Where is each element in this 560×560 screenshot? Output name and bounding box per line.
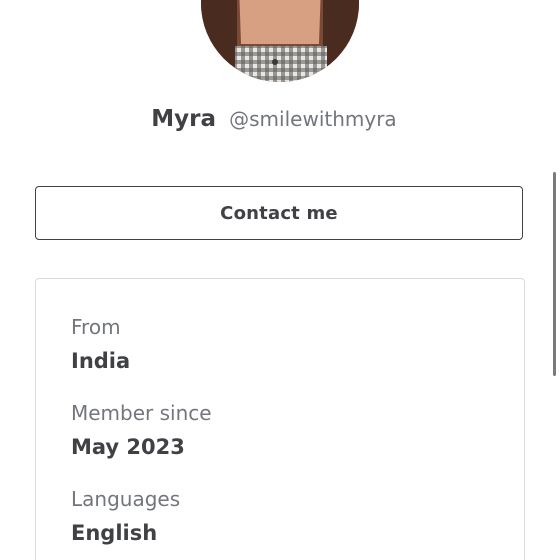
profile-photo-icon xyxy=(201,0,359,82)
username: @smilewithmyra xyxy=(229,107,397,131)
seller-profile-page: Myra @smilewithmyra Contact me From Indi… xyxy=(0,0,560,560)
info-value-from: India xyxy=(71,349,131,373)
scrollbar[interactable] xyxy=(553,172,556,376)
info-label-from: From xyxy=(71,315,121,339)
display-name[interactable]: Myra xyxy=(151,106,216,132)
info-item-languages: Languages English xyxy=(71,487,180,546)
seller-info-card: From India Member since May 2023 Languag… xyxy=(35,278,525,560)
info-item-from: From India xyxy=(71,315,130,374)
info-label-member-since: Member since xyxy=(71,401,212,425)
profile-identity: Myra @smilewithmyra xyxy=(0,106,548,132)
avatar[interactable] xyxy=(201,0,359,82)
info-item-member-since: Member since May 2023 xyxy=(71,401,212,460)
info-label-languages: Languages xyxy=(71,487,181,511)
info-value-member-since: May 2023 xyxy=(71,435,185,459)
info-value-languages: English xyxy=(71,521,158,545)
contact-me-button[interactable]: Contact me xyxy=(35,186,523,240)
